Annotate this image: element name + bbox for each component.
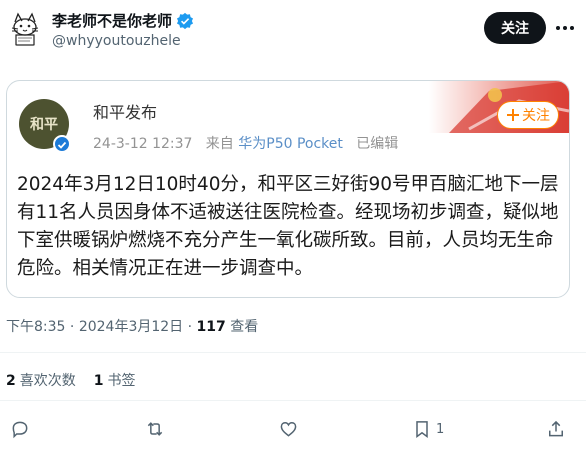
follow-button[interactable]: 关注 (484, 12, 546, 44)
bookmarks-stat[interactable]: 1 书签 (94, 370, 136, 390)
author-display-name[interactable]: 李老师不是你老师 (52, 10, 194, 31)
bookmark-count: 1 (436, 421, 445, 437)
weibo-follow-button: 关注 (497, 101, 559, 129)
more-options-icon[interactable] (554, 18, 576, 38)
share-button[interactable] (546, 418, 566, 440)
attached-image[interactable]: 和平 和平发布 24-3-12 12:37 来自 华为P50 Pocket 已编… (6, 80, 570, 298)
divider (0, 352, 586, 353)
weibo-post-date: 24-3-12 12:37 (93, 136, 193, 152)
likes-count: 2 (6, 373, 16, 389)
post-header: 李老师不是你老师 @whyyoutouzhele 关注 (0, 0, 586, 60)
likes-stat[interactable]: 2 喜欢次数 (6, 370, 76, 390)
weibo-post-text: 2024年3月12日10时40分，和平区三好街90号甲百脑汇地下一层有11名人员… (17, 174, 559, 279)
bookmarks-label: 书签 (107, 373, 136, 389)
like-button[interactable] (278, 418, 299, 440)
post-timestamp: 下午8:35 · 2024年3月12日 · 117 查看 (6, 316, 258, 336)
weibo-source-device: 华为P50 Pocket (238, 136, 343, 152)
weibo-edited-label: 已编辑 (356, 136, 399, 152)
meta-separator: · (183, 319, 197, 335)
repost-button[interactable] (144, 418, 166, 440)
author-avatar[interactable] (6, 10, 44, 48)
likes-label: 喜欢次数 (19, 373, 76, 389)
cat-sketch-icon (11, 12, 39, 46)
verified-badge-icon (176, 12, 194, 29)
reply-icon (12, 421, 28, 439)
weibo-follow-label: 关注 (522, 108, 550, 124)
author-handle[interactable]: @whyyoutouzhele (52, 33, 181, 49)
weibo-source-prefix: 来自 (205, 136, 234, 152)
bookmarks-count: 1 (93, 373, 104, 389)
divider (0, 400, 586, 401)
weibo-post-meta: 24-3-12 12:37 来自 华为P50 Pocket 已编辑 (93, 133, 398, 153)
author-name-text: 李老师不是你老师 (52, 12, 173, 30)
weibo-account-name: 和平发布 (93, 103, 158, 122)
view-label: 查看 (225, 319, 259, 335)
repost-icon (147, 422, 163, 436)
engagement-stats: 2 喜欢次数 1 书签 (6, 370, 136, 390)
view-count: 117 (196, 319, 226, 335)
bookmark-icon (416, 421, 428, 438)
post-time[interactable]: 下午8:35 (6, 319, 65, 335)
post-date[interactable]: 2024年3月12日 (79, 319, 183, 335)
bookmark-button[interactable]: 1 (412, 418, 444, 440)
share-icon (549, 420, 563, 437)
plus-icon (507, 109, 519, 121)
heart-icon (280, 421, 297, 437)
action-bar: 1 (0, 412, 586, 446)
weibo-verified-icon (53, 135, 71, 153)
meta-separator: · (65, 319, 79, 335)
reply-button[interactable] (10, 418, 30, 440)
